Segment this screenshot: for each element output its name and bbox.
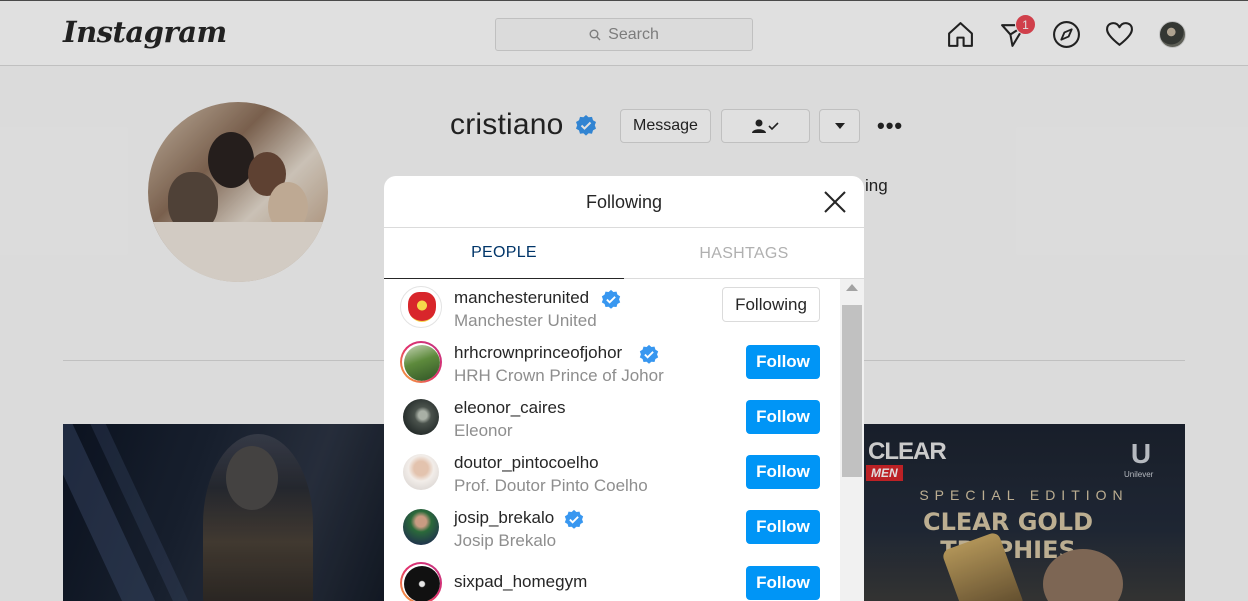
avatar-photo — [403, 454, 439, 490]
avatar-photo — [404, 566, 440, 601]
follow-button[interactable]: Follow — [746, 400, 820, 434]
list-item[interactable]: manchesterunited Manchester United Follo… — [384, 283, 840, 338]
scrollbar-thumb[interactable] — [842, 305, 862, 477]
full-name: Prof. Doutor Pinto Coelho — [454, 476, 648, 495]
list-item[interactable]: doutor_pintocoelho Prof. Doutor Pinto Co… — [384, 448, 840, 503]
following-list: manchesterunited Manchester United Follo… — [384, 279, 840, 601]
modal-title: Following — [585, 192, 663, 212]
follow-button[interactable]: Follow — [746, 455, 820, 489]
username[interactable]: josip_brekalo — [454, 508, 554, 528]
avatar-photo — [403, 509, 439, 545]
tab-people[interactable]: PEOPLE — [384, 228, 624, 279]
list-item[interactable]: sixpad_homegym Follow — [384, 559, 840, 601]
avatar[interactable] — [400, 286, 442, 328]
modal-tabs: PEOPLE HASHTAGS — [384, 228, 864, 279]
scroll-up-arrow-icon[interactable] — [846, 284, 858, 291]
list-item[interactable]: josip_brekalo Josip Brekalo Follow — [384, 503, 840, 558]
verified-badge-icon — [601, 289, 621, 309]
avatar[interactable] — [400, 506, 442, 548]
username[interactable]: doutor_pintocoelho — [454, 453, 599, 473]
avatar-photo — [403, 399, 439, 435]
avatar[interactable] — [400, 396, 442, 438]
following-modal: Following PEOPLE HASHTAGS manchesterunit… — [384, 176, 864, 601]
tab-hashtags[interactable]: HASHTAGS — [624, 228, 864, 279]
avatar-photo — [404, 345, 440, 381]
modal-header: Following — [384, 176, 864, 228]
avatar[interactable] — [400, 341, 442, 383]
following-button[interactable]: Following — [722, 287, 820, 322]
username[interactable]: manchesterunited — [454, 288, 589, 308]
man-utd-crest — [408, 292, 436, 322]
username[interactable]: hrhcrownprinceofjohor — [454, 343, 622, 363]
full-name: HRH Crown Prince of Johor — [454, 366, 664, 385]
follow-button[interactable]: Follow — [746, 345, 820, 379]
list-item[interactable]: eleonor_caires Eleonor Follow — [384, 393, 840, 448]
avatar[interactable] — [400, 451, 442, 493]
full-name: Josip Brekalo — [454, 531, 557, 550]
avatar[interactable] — [400, 562, 442, 601]
full-name: Eleonor — [454, 421, 513, 440]
follow-button[interactable]: Follow — [746, 566, 820, 600]
username[interactable]: eleonor_caires — [454, 398, 566, 418]
verified-badge-icon — [639, 344, 659, 364]
full-name: Manchester United — [454, 311, 597, 330]
username[interactable]: sixpad_homegym — [454, 572, 587, 592]
list-item[interactable]: hrhcrownprinceofjohor HRH Crown Prince o… — [384, 338, 840, 393]
follow-button[interactable]: Follow — [746, 510, 820, 544]
list-scrollbar[interactable] — [840, 279, 864, 601]
verified-badge-icon — [564, 509, 584, 529]
close-icon[interactable] — [822, 189, 848, 215]
